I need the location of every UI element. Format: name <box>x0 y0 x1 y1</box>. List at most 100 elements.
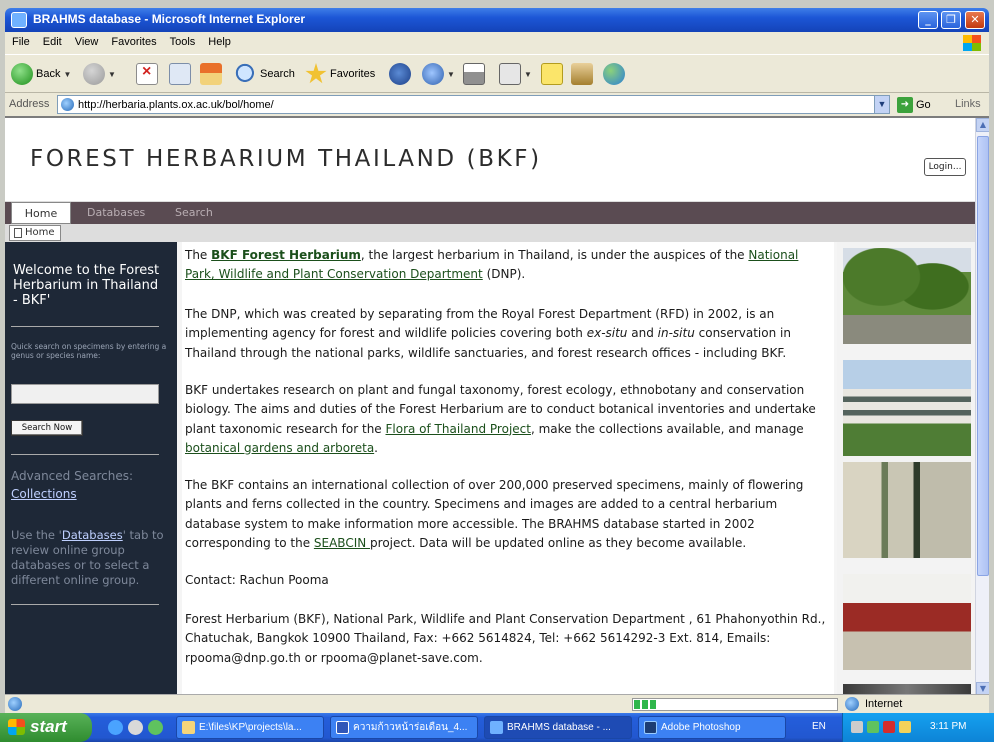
research-paragraph: BKF undertakes research on plant and fun… <box>185 381 830 458</box>
window-title-bar[interactable]: BRAHMS database - Microsoft Internet Exp… <box>5 8 989 32</box>
minimize-button[interactable]: _ <box>918 11 938 29</box>
browser-viewport: FOREST HERBARIUM THAILAND (BKF) Login...… <box>5 116 989 694</box>
databases-tab-hint: Use the 'Databases' tab to review online… <box>11 528 171 588</box>
intro-paragraph: The BKF Forest Herbarium, the largest he… <box>185 246 830 285</box>
language-indicator[interactable]: EN <box>812 721 826 732</box>
web-page: FOREST HERBARIUM THAILAND (BKF) Login...… <box>5 118 975 694</box>
messenger-button[interactable] <box>603 62 625 86</box>
text: project. Data will be updated online as … <box>370 535 747 550</box>
task-photoshop[interactable]: Adobe Photoshop <box>638 716 786 739</box>
breadcrumb-label: Home <box>25 227 55 238</box>
mail-button[interactable]: ▼ <box>422 62 455 86</box>
databases-link[interactable]: Databases <box>62 528 123 542</box>
research-button[interactable] <box>571 62 593 86</box>
divider <box>11 604 159 605</box>
status-bar: Internet <box>5 694 989 713</box>
main-content: The BKF Forest Herbarium, the largest he… <box>182 242 834 694</box>
media-button[interactable] <box>389 62 411 86</box>
load-progress <box>632 698 838 711</box>
ie-window-icon[interactable] <box>11 12 27 28</box>
volume-tray-icon[interactable] <box>899 721 911 733</box>
scroll-thumb[interactable] <box>977 136 989 576</box>
text: , make the collections available, and ma… <box>530 421 804 436</box>
refresh-icon <box>169 63 191 85</box>
back-button[interactable]: Back ▼ <box>11 62 71 86</box>
ie-quicklaunch-icon[interactable] <box>108 720 123 735</box>
research-icon <box>571 63 593 85</box>
menu-edit[interactable]: Edit <box>36 32 68 48</box>
quick-search-label: Quick search on specimens by entering a … <box>11 342 167 360</box>
edit-button[interactable]: ▼ <box>499 62 532 86</box>
collections-link[interactable]: Collections <box>11 487 77 501</box>
start-button[interactable]: start <box>0 713 92 742</box>
flora-of-thailand-link[interactable]: Flora of Thailand Project <box>386 422 531 436</box>
chevron-down-icon[interactable]: ▼ <box>447 70 455 79</box>
text: The <box>185 248 212 262</box>
chevron-down-icon[interactable]: ▼ <box>63 70 71 79</box>
task-brahms-ie[interactable]: BRAHMS database - ... <box>484 716 632 739</box>
address-dropdown-icon[interactable]: ▼ <box>874 96 889 113</box>
building-photo <box>843 360 971 456</box>
go-button[interactable]: ➜ Go <box>897 96 931 114</box>
search-icon <box>235 63 257 85</box>
toolbar: Back ▼ ▼ Search Favorites ▼ ▼ <box>5 54 989 92</box>
home-button[interactable] <box>200 62 222 86</box>
stop-icon <box>136 63 158 85</box>
scroll-up-icon[interactable]: ▲ <box>976 118 989 132</box>
task-explorer-folder[interactable]: E:\files\KP\projects\la... <box>176 716 324 739</box>
system-tray <box>842 713 994 742</box>
bkf-forest-herbarium-link[interactable]: BKF Forest Herbarium <box>211 248 361 262</box>
page-icon <box>14 228 22 238</box>
mail-icon <box>422 63 444 85</box>
stop-button[interactable] <box>136 62 158 86</box>
menu-favorites[interactable]: Favorites <box>104 32 162 48</box>
edit-page-icon <box>499 63 521 85</box>
tab-databases[interactable]: Databases <box>87 202 145 224</box>
notes-button[interactable] <box>541 62 563 86</box>
search-now-button[interactable]: Search Now <box>11 420 83 436</box>
seabcin-link[interactable]: SEABCIN <box>314 536 370 550</box>
messenger-tray-icon[interactable] <box>867 721 879 733</box>
advanced-searches-heading: Advanced Searches: <box>11 469 133 483</box>
text: in-situ <box>657 326 695 341</box>
links-toolbar[interactable]: Links <box>955 98 981 110</box>
chevron-down-icon[interactable]: ▼ <box>524 70 532 79</box>
address-label: Address <box>9 98 50 110</box>
print-button[interactable] <box>463 62 485 86</box>
media-quicklaunch-icon[interactable] <box>128 720 143 735</box>
address-input[interactable]: http://herbaria.plants.ox.ac.uk/bol/home… <box>57 95 890 114</box>
address-url[interactable]: http://herbaria.plants.ox.ac.uk/bol/home… <box>78 99 274 111</box>
menu-view[interactable]: View <box>68 32 105 48</box>
home-icon <box>200 63 222 85</box>
menu-file[interactable]: File <box>5 32 36 48</box>
messenger-icon <box>603 63 625 85</box>
search-button[interactable]: Search <box>235 62 295 86</box>
login-button[interactable]: Login... <box>924 158 966 176</box>
close-button[interactable]: ✕ <box>965 11 985 29</box>
tab-search[interactable]: Search <box>175 202 213 224</box>
favorites-button[interactable]: Favorites <box>305 62 375 86</box>
task-label: Adobe Photoshop <box>661 722 741 733</box>
scroll-down-icon[interactable]: ▼ <box>976 682 989 694</box>
security-zone: Internet <box>865 698 903 710</box>
antivirus-tray-icon[interactable] <box>883 721 895 733</box>
menu-tools[interactable]: Tools <box>163 32 202 48</box>
forward-button[interactable]: ▼ <box>83 62 116 86</box>
breadcrumb-home[interactable]: Home <box>9 225 61 241</box>
chevron-down-icon[interactable]: ▼ <box>108 70 116 79</box>
quick-search-input[interactable] <box>11 384 159 404</box>
back-label: Back <box>36 68 61 80</box>
messenger-quicklaunch-icon[interactable] <box>148 720 163 735</box>
botanical-gardens-link[interactable]: botanical gardens and arboreta <box>185 441 374 455</box>
network-tray-icon[interactable] <box>851 721 863 733</box>
task-word-document[interactable]: ความก้าวหน้าร่อเดือน_4... <box>330 716 478 739</box>
tab-home[interactable]: Home <box>11 202 71 224</box>
collection-paragraph: The BKF contains an international collec… <box>185 476 830 553</box>
vertical-scrollbar[interactable]: ▲ ▼ <box>975 118 989 694</box>
menu-help[interactable]: Help <box>201 32 237 48</box>
search-label: Search <box>260 68 295 80</box>
task-label: ความก้าวหน้าร่อเดือน_4... <box>353 722 468 733</box>
herbarium-corridor-photo <box>843 462 971 558</box>
maximize-button[interactable]: ❐ <box>941 11 961 29</box>
refresh-button[interactable] <box>169 62 191 86</box>
